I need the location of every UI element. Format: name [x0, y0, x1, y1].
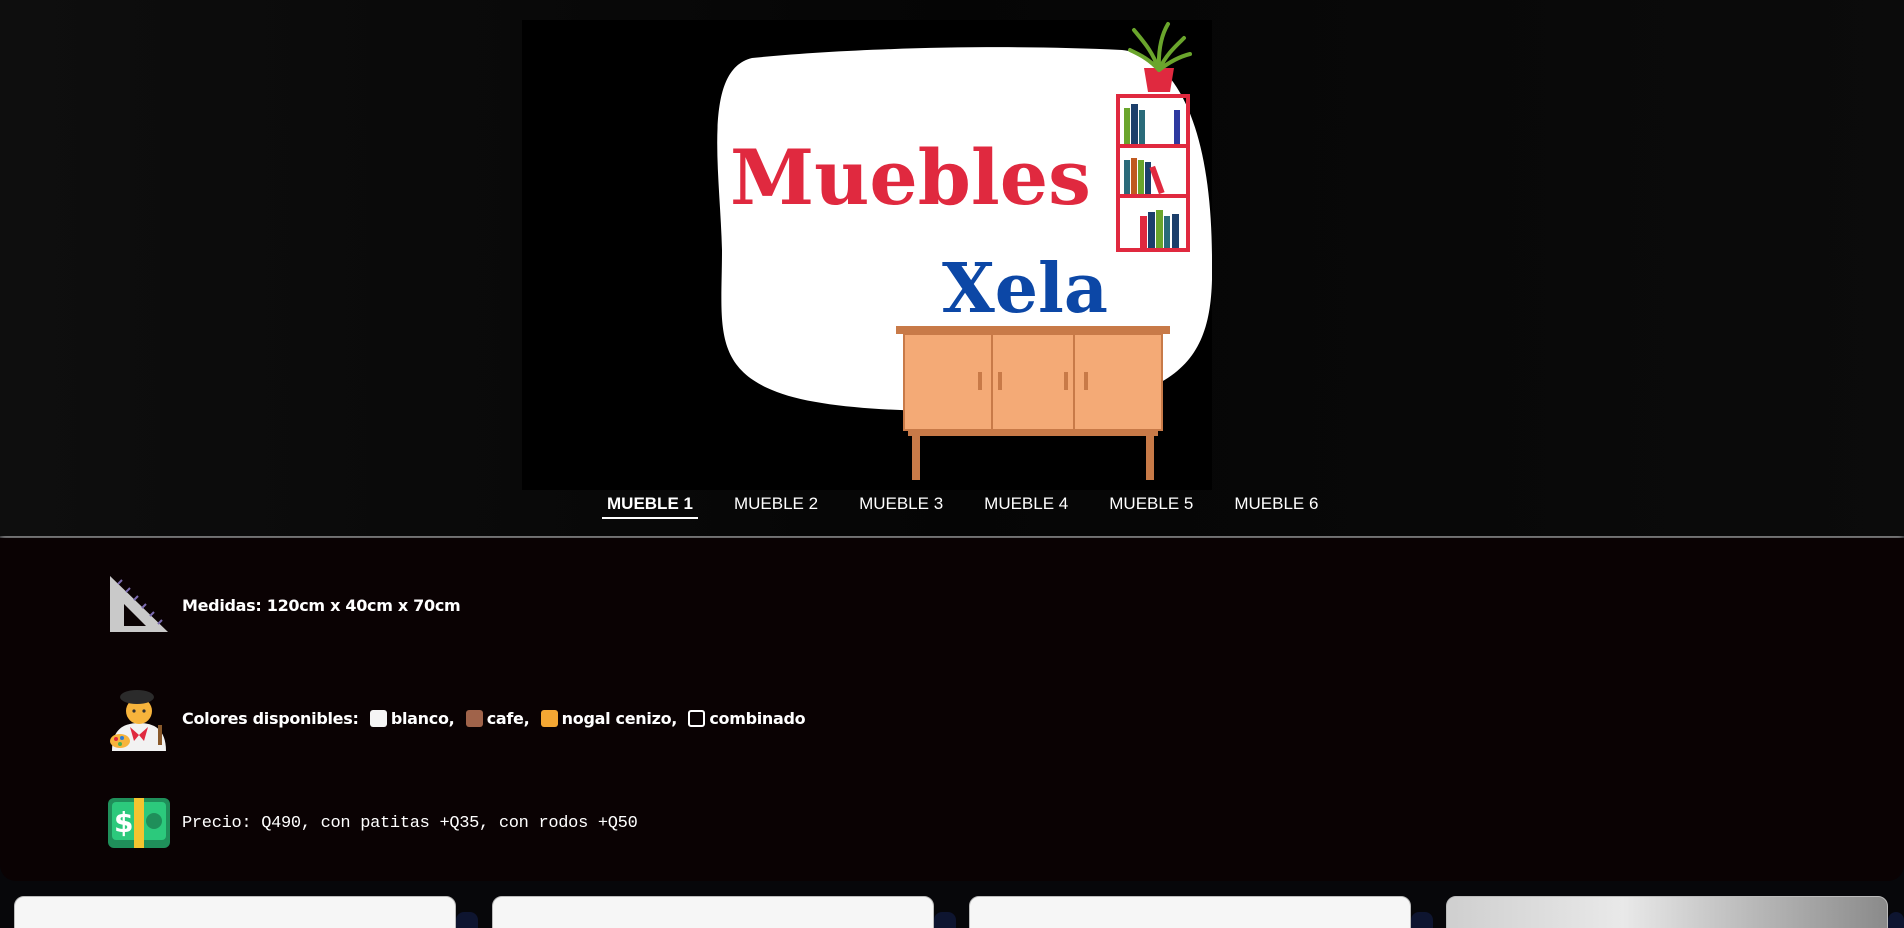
tab-mueble-4[interactable]: MUEBLE 4 [977, 490, 1075, 520]
site-header: Muebles Xela MUEBLE 1 MUEBLE 2 MUEBLE 3 … [0, 0, 1904, 536]
dollar-bill-icon: $ [108, 798, 170, 848]
product-tabs: MUEBLE 1 MUEBLE 2 MUEBLE 3 MUEBLE 4 MUEB… [600, 490, 1352, 520]
color-cafe: cafe, [486, 708, 530, 728]
medidas-row: Medidas: 120cm x 40cm x 70cm [106, 572, 461, 638]
gallery-card[interactable] [14, 896, 456, 928]
swatch-cafe [465, 709, 483, 727]
colores-text: Colores disponibles: blanco, cafe, nogal… [182, 708, 806, 728]
tab-mueble-3[interactable]: MUEBLE 3 [852, 490, 950, 520]
colores-row: Colores disponibles: blanco, cafe, nogal… [106, 685, 806, 751]
swatch-blanco [369, 709, 387, 727]
color-combinado: combinado [709, 708, 806, 728]
precio-text: Precio: Q490, con patitas +Q35, con rodo… [182, 813, 638, 833]
logo-word-muebles: Muebles [730, 133, 1091, 222]
gallery-card[interactable] [492, 896, 934, 928]
logo-illustration: Muebles Xela [717, 22, 1212, 480]
gallery-card-tab [1411, 912, 1433, 928]
color-blanco: blanco, [390, 708, 455, 728]
svg-text:$: $ [114, 806, 133, 839]
tab-mueble-5[interactable]: MUEBLE 5 [1102, 490, 1200, 520]
gallery-card-tab [1888, 912, 1904, 928]
medidas-text: Medidas: 120cm x 40cm x 70cm [182, 595, 461, 615]
triangle-ruler-icon [110, 576, 168, 632]
gallery-card-tab [934, 912, 956, 928]
sideboard-icon [896, 326, 1170, 480]
product-info-panel: Medidas: 120cm x 40cm x 70cm Colores dis… [0, 538, 1904, 881]
product-gallery [0, 896, 1904, 928]
tab-mueble-1[interactable]: MUEBLE 1 [600, 490, 700, 520]
artist-icon [110, 690, 166, 751]
precio-row: $ Precio: Q490, con patitas +Q35, con ro… [106, 790, 638, 856]
color-nogal-cenizo: nogal cenizo, [561, 708, 678, 728]
brand-logo[interactable]: Muebles Xela [522, 20, 1212, 490]
gallery-card[interactable] [969, 896, 1411, 928]
tab-mueble-6[interactable]: MUEBLE 6 [1227, 490, 1325, 520]
swatch-nogal-cenizo [540, 709, 558, 727]
logo-word-xela: Xela [942, 249, 1108, 329]
gallery-card-photo[interactable] [1446, 896, 1888, 928]
gallery-card-tab [456, 912, 478, 928]
tab-mueble-2[interactable]: MUEBLE 2 [727, 490, 825, 520]
swatch-combinado [688, 709, 706, 727]
colores-label: Colores disponibles: [182, 708, 359, 728]
